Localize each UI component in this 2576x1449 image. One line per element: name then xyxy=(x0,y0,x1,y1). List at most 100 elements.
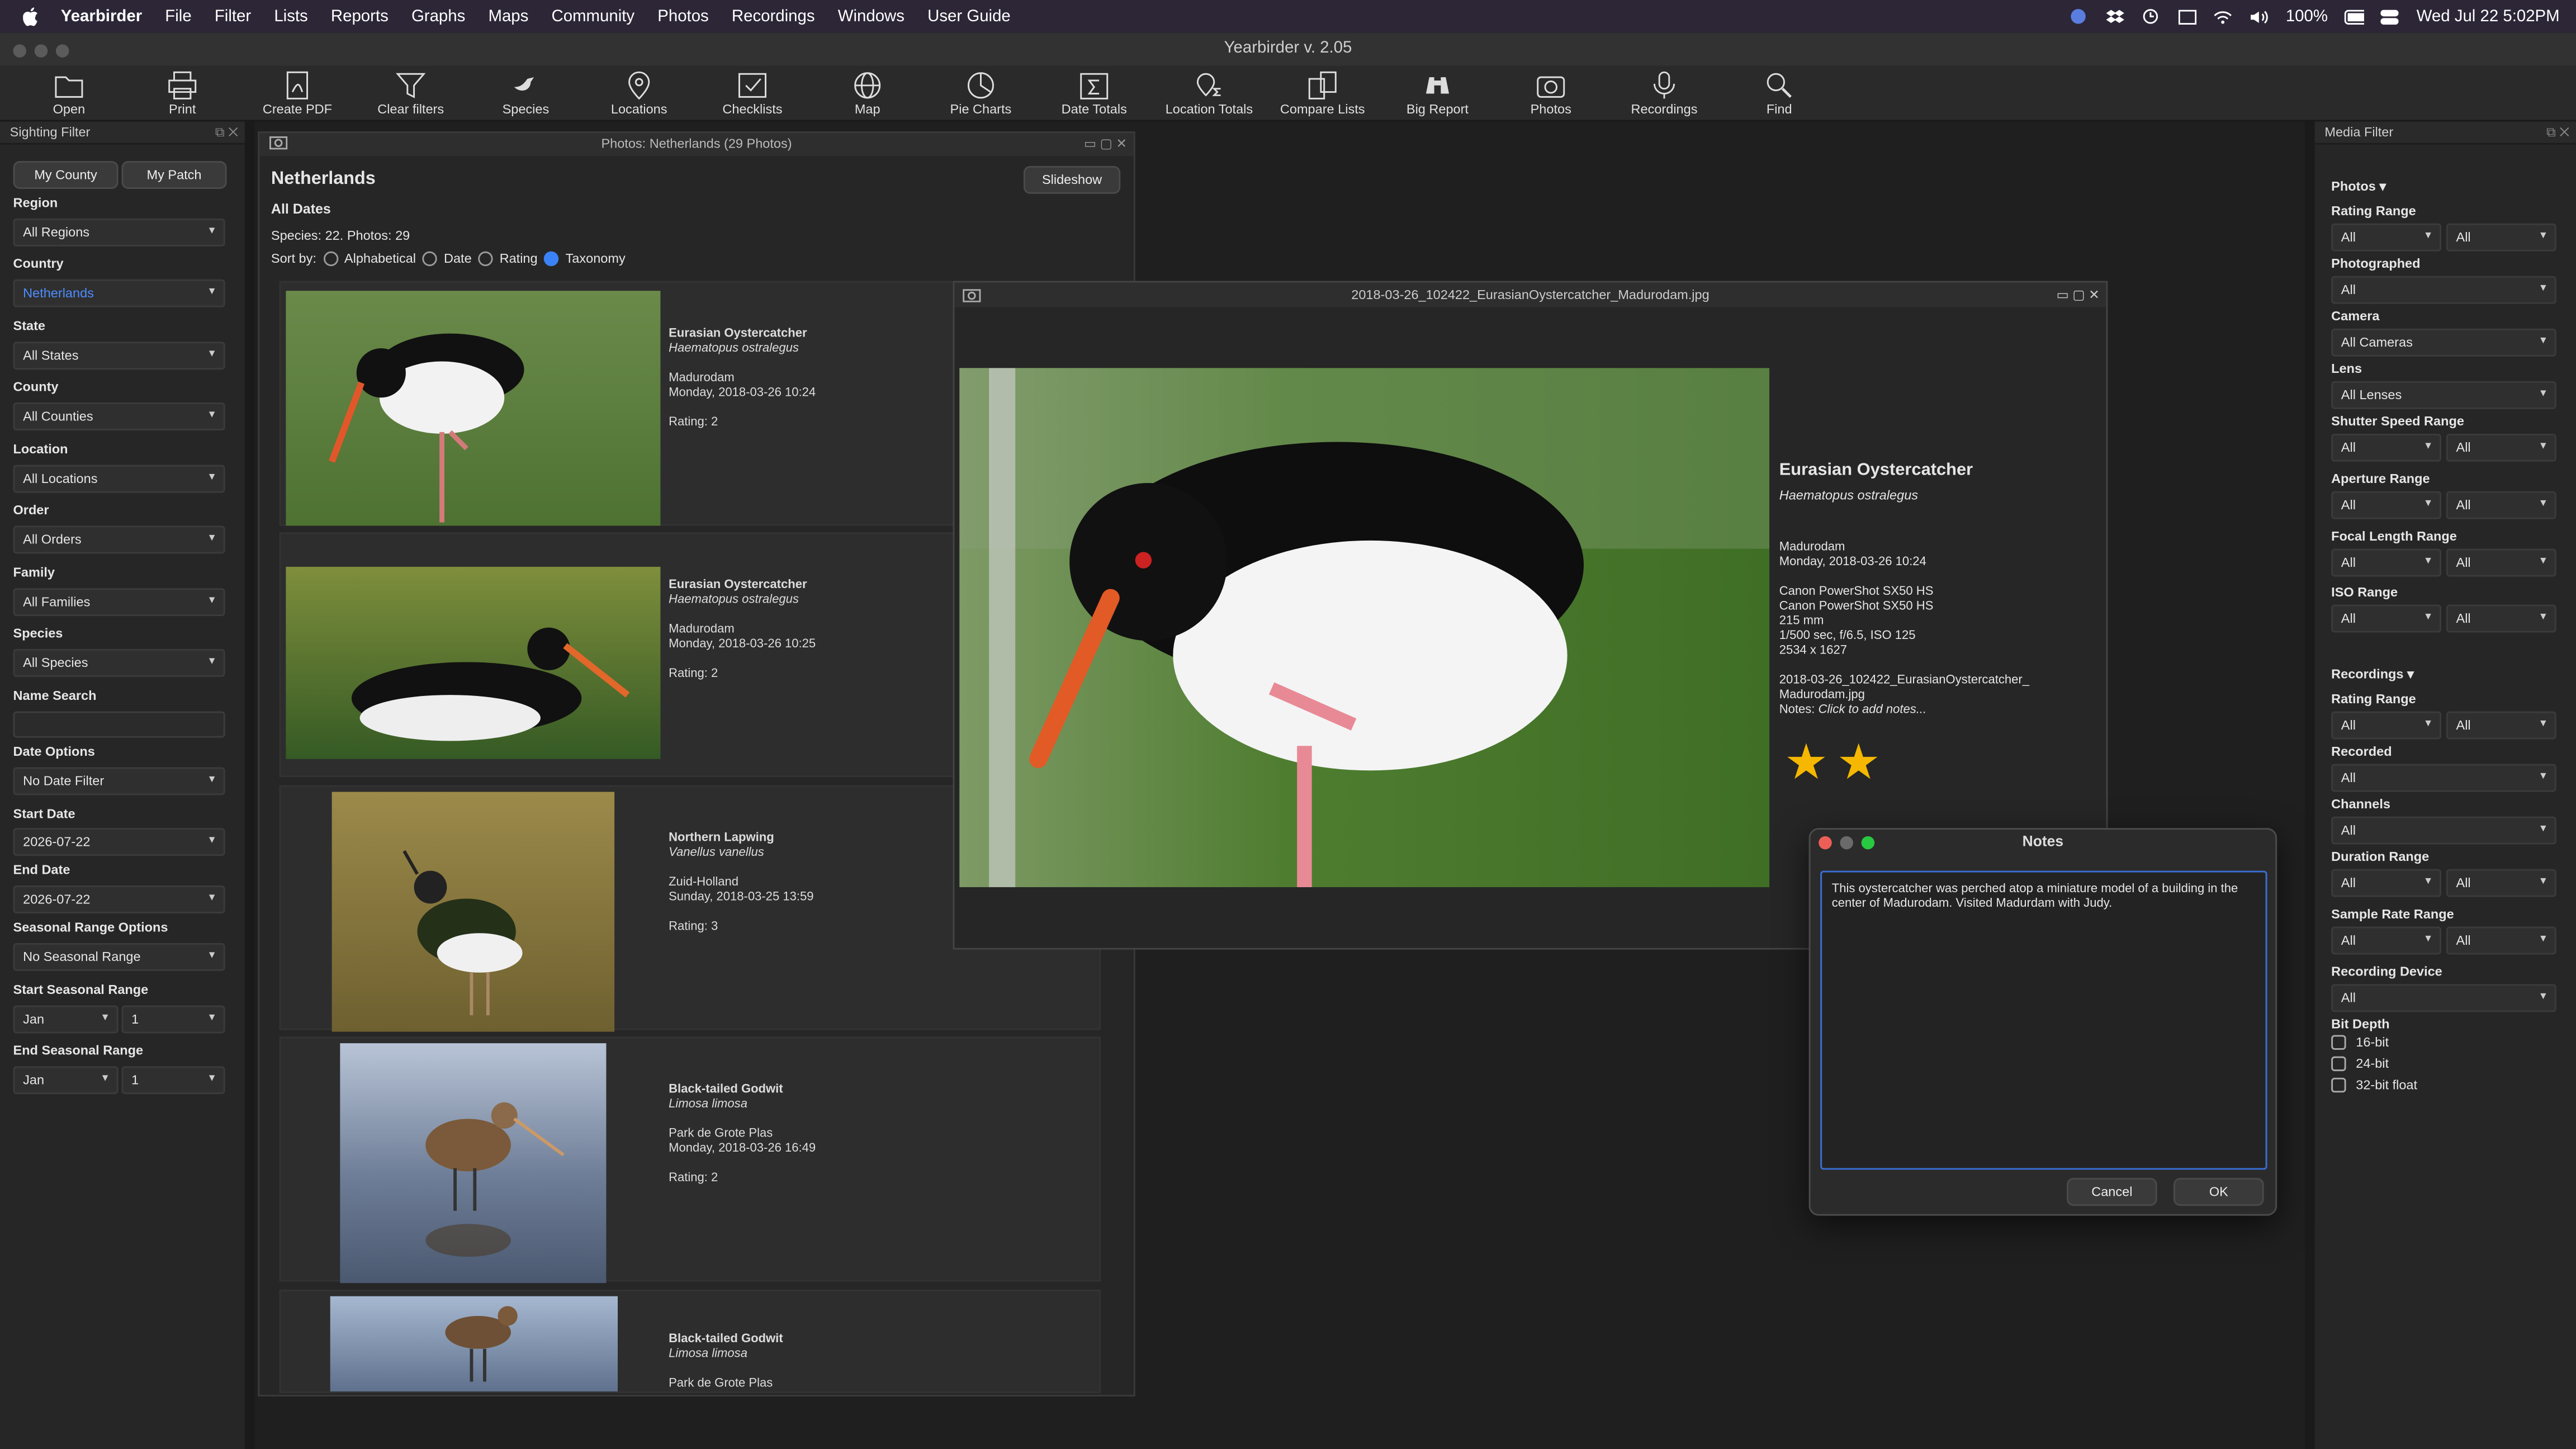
menu-app-name[interactable]: Yearbirder xyxy=(49,7,154,25)
end-day-select[interactable]: 1 ▼ xyxy=(121,1066,225,1095)
control-center-icon[interactable] xyxy=(2380,8,2400,25)
family-select[interactable]: All Families ▼ xyxy=(13,588,225,617)
menu-windows[interactable]: Windows xyxy=(826,7,916,25)
lens-select[interactable]: All Lenses ▼ xyxy=(2331,381,2556,409)
toolbar-location-totals-button[interactable]: Location Totals xyxy=(1160,67,1258,120)
menu-file[interactable]: File xyxy=(154,7,203,25)
duration-max-select[interactable]: All ▼ xyxy=(2446,869,2556,897)
end-date-field[interactable]: 2026-07-22 ▼ xyxy=(13,886,225,913)
rec-rating-min-select[interactable]: All ▼ xyxy=(2331,711,2442,740)
battery-icon[interactable] xyxy=(2344,8,2364,25)
photo-thumbnail[interactable] xyxy=(330,1296,618,1392)
region-select[interactable]: All Regions ▼ xyxy=(13,218,225,247)
start-month-select[interactable]: Jan ▼ xyxy=(13,1005,119,1034)
menu-lists[interactable]: Lists xyxy=(263,7,320,25)
display-icon[interactable] xyxy=(2177,8,2197,25)
state-select[interactable]: All States ▼ xyxy=(13,342,225,370)
globe-status-icon[interactable] xyxy=(2069,8,2089,25)
notes-textarea[interactable]: This oystercatcher was perched atop a mi… xyxy=(1820,870,2267,1170)
toolbar-recordings-button[interactable]: Recordings xyxy=(1615,67,1713,120)
toolbar-photos-button[interactable]: Photos xyxy=(1502,67,1600,120)
viewer-photo[interactable] xyxy=(959,368,1770,887)
name-search-input[interactable] xyxy=(13,711,225,738)
volume-icon[interactable] xyxy=(2250,8,2269,25)
photo-list-item[interactable]: Black-tailed Godwit Limosa limosa Park d… xyxy=(279,1289,1101,1394)
close-window-button[interactable] xyxy=(13,44,27,58)
close-panel-icon[interactable]: ⧉ ✕ xyxy=(2546,121,2569,144)
recording-device-select[interactable]: All ▼ xyxy=(2331,984,2556,1012)
calendar-dropdown-icon[interactable]: ▼ xyxy=(207,830,216,854)
toolbar-pie-charts-button[interactable]: Pie Charts xyxy=(931,67,1030,120)
star-icon[interactable]: ★ xyxy=(1784,736,1837,790)
toolbar-find-button[interactable]: Find xyxy=(1730,67,1829,120)
shutter-max-select[interactable]: All ▼ xyxy=(2446,433,2556,462)
sort-date-radio[interactable] xyxy=(422,251,438,267)
panel-splitter[interactable] xyxy=(2305,121,2315,1449)
toolbar-compare-lists-button[interactable]: Compare Lists xyxy=(1273,67,1372,120)
toolbar-clear-filters-button[interactable]: Clear filters xyxy=(362,67,460,120)
my-county-button[interactable]: My County xyxy=(13,161,119,189)
end-month-select[interactable]: Jan ▼ xyxy=(13,1066,119,1095)
recorded-select[interactable]: All ▼ xyxy=(2331,764,2556,792)
photo-thumbnail[interactable] xyxy=(332,792,615,1032)
sort-rating-radio[interactable] xyxy=(478,251,493,267)
toolbar-species-button[interactable]: Species xyxy=(476,67,575,120)
rec-rating-max-select[interactable]: All ▼ xyxy=(2446,711,2556,740)
slideshow-button[interactable]: Slideshow xyxy=(1023,165,1121,194)
sort-alphabetical-radio[interactable] xyxy=(323,251,338,267)
notes-ok-button[interactable]: OK xyxy=(2174,1178,2264,1206)
menu-user-guide[interactable]: User Guide xyxy=(916,7,1022,25)
close-panel-icon[interactable]: ⧉ ✕ xyxy=(215,121,238,144)
iso-max-select[interactable]: All ▼ xyxy=(2446,604,2556,633)
minimize-window-button[interactable] xyxy=(34,44,48,58)
wifi-icon[interactable] xyxy=(2214,8,2233,25)
toolbar-print-button[interactable]: Print xyxy=(133,67,231,120)
focal-max-select[interactable]: All ▼ xyxy=(2446,548,2556,577)
photos-section-header[interactable]: Photos ▾ xyxy=(2331,179,2386,193)
duration-min-select[interactable]: All ▼ xyxy=(2331,869,2442,897)
menu-clock[interactable]: Wed Jul 22 5:02PM xyxy=(2417,7,2560,25)
rating-stars[interactable]: ★★ xyxy=(1784,735,1890,792)
start-day-select[interactable]: 1 ▼ xyxy=(121,1005,225,1034)
notes-cancel-button[interactable]: Cancel xyxy=(2067,1178,2157,1206)
photo-thumbnail[interactable] xyxy=(340,1043,607,1284)
country-select[interactable]: Netherlands ▼ xyxy=(13,279,225,307)
panel-splitter[interactable] xyxy=(244,121,255,1449)
recordings-section-header[interactable]: Recordings ▾ xyxy=(2331,667,2414,681)
bit-24-checkbox[interactable] xyxy=(2331,1056,2346,1072)
camera-select[interactable]: All Cameras ▼ xyxy=(2331,328,2556,357)
toolbar-create-pdf-button[interactable]: Create PDF xyxy=(248,67,347,120)
window-controls-icon[interactable]: ▭ ▢ ✕ xyxy=(1084,133,1127,156)
window-controls-icon[interactable]: ▭ ▢ ✕ xyxy=(2057,282,2100,307)
close-dialog-button[interactable] xyxy=(1819,836,1832,850)
photo-thumbnail[interactable] xyxy=(286,291,661,526)
photo-list-item[interactable]: Black-tailed Godwit Limosa limosa Park d… xyxy=(279,1036,1101,1284)
location-select[interactable]: All Locations ▼ xyxy=(13,465,225,493)
photographed-select[interactable]: All ▼ xyxy=(2331,276,2556,304)
dropbox-icon[interactable] xyxy=(2105,8,2125,25)
photo-rating-max-select[interactable]: All ▼ xyxy=(2446,223,2556,252)
channels-select[interactable]: All ▼ xyxy=(2331,816,2556,845)
menu-filter[interactable]: Filter xyxy=(203,7,262,25)
focal-min-select[interactable]: All ▼ xyxy=(2331,548,2442,577)
calendar-dropdown-icon[interactable]: ▼ xyxy=(207,887,216,912)
menu-graphs[interactable]: Graphs xyxy=(400,7,477,25)
zoom-dialog-button[interactable] xyxy=(1861,836,1875,850)
menu-reports[interactable]: Reports xyxy=(319,7,400,25)
toolbar-date-totals-button[interactable]: Date Totals xyxy=(1045,67,1143,120)
toolbar-locations-button[interactable]: Locations xyxy=(590,67,688,120)
start-date-field[interactable]: 2026-07-22 ▼ xyxy=(13,828,225,856)
sample-rate-max-select[interactable]: All ▼ xyxy=(2446,926,2556,955)
photo-thumbnail[interactable] xyxy=(286,566,661,759)
date-options-select[interactable]: No Date Filter ▼ xyxy=(13,767,225,795)
menu-maps[interactable]: Maps xyxy=(477,7,540,25)
toolbar-map-button[interactable]: Map xyxy=(818,67,917,120)
bit-16-checkbox[interactable] xyxy=(2331,1035,2346,1050)
seasonal-options-select[interactable]: No Seasonal Range ▼ xyxy=(13,943,225,971)
zoom-window-button[interactable] xyxy=(55,44,69,58)
menu-community[interactable]: Community xyxy=(540,7,646,25)
star-icon[interactable]: ★ xyxy=(1836,736,1889,790)
viewer-notes[interactable]: Notes: Click to add notes... xyxy=(1779,702,2029,716)
aperture-max-select[interactable]: All ▼ xyxy=(2446,491,2556,519)
minimize-dialog-button[interactable] xyxy=(1840,836,1853,850)
